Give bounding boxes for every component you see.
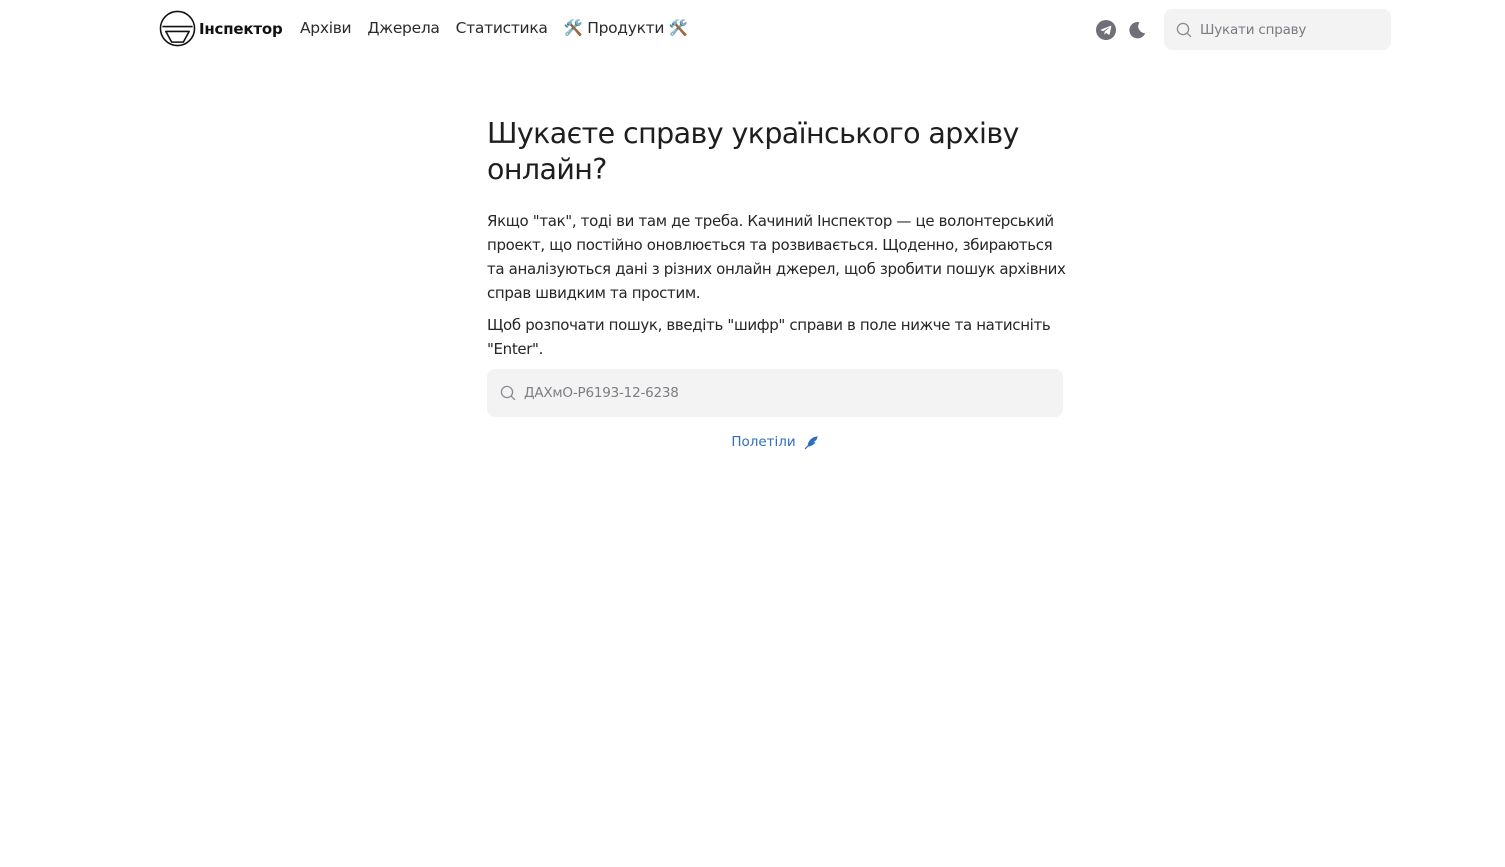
nav-item-sources[interactable]: Джерела — [367, 19, 440, 37]
search-icon — [500, 385, 516, 401]
brand-home-link[interactable]: Інспектор — [159, 10, 283, 47]
intro-text: Якщо "так", тоді ви там де треба. Качини… — [487, 212, 1066, 302]
moon-icon[interactable] — [1126, 19, 1147, 40]
nav-item-products[interactable]: 🛠️ Продукти 🛠️ — [564, 19, 688, 37]
top-navigation-bar: Інспектор Архіви Джерела Статистика 🛠️ П… — [0, 0, 1505, 58]
brand-name: Інспектор — [199, 19, 283, 38]
main-nav: Архіви Джерела Статистика 🛠️ Продукти 🛠️ — [300, 19, 688, 37]
nav-item-archives[interactable]: Архіви — [300, 19, 352, 37]
case-search-input[interactable] — [522, 384, 1046, 402]
page-title: Шукаєте справу українського архіву онлай… — [487, 117, 1019, 186]
nav-item-statistics[interactable]: Статистика — [456, 19, 548, 37]
inspector-logo-icon — [159, 10, 196, 47]
feather-icon — [804, 435, 818, 449]
main-content: Шукаєте справу українського архіву онлай… — [487, 116, 1067, 450]
header-search-input[interactable] — [1198, 20, 1382, 39]
instruction-text: Щоб розпочати пошук, введіть "шифр" спра… — [487, 316, 1051, 358]
header-search-box[interactable] — [1164, 9, 1391, 50]
header-icons — [1095, 19, 1147, 40]
case-search-box[interactable] — [487, 369, 1063, 417]
go-link-label: Полетіли — [731, 434, 796, 450]
search-icon — [1176, 22, 1192, 37]
telegram-icon[interactable] — [1095, 19, 1116, 40]
go-link[interactable]: Полетіли — [487, 434, 1063, 450]
